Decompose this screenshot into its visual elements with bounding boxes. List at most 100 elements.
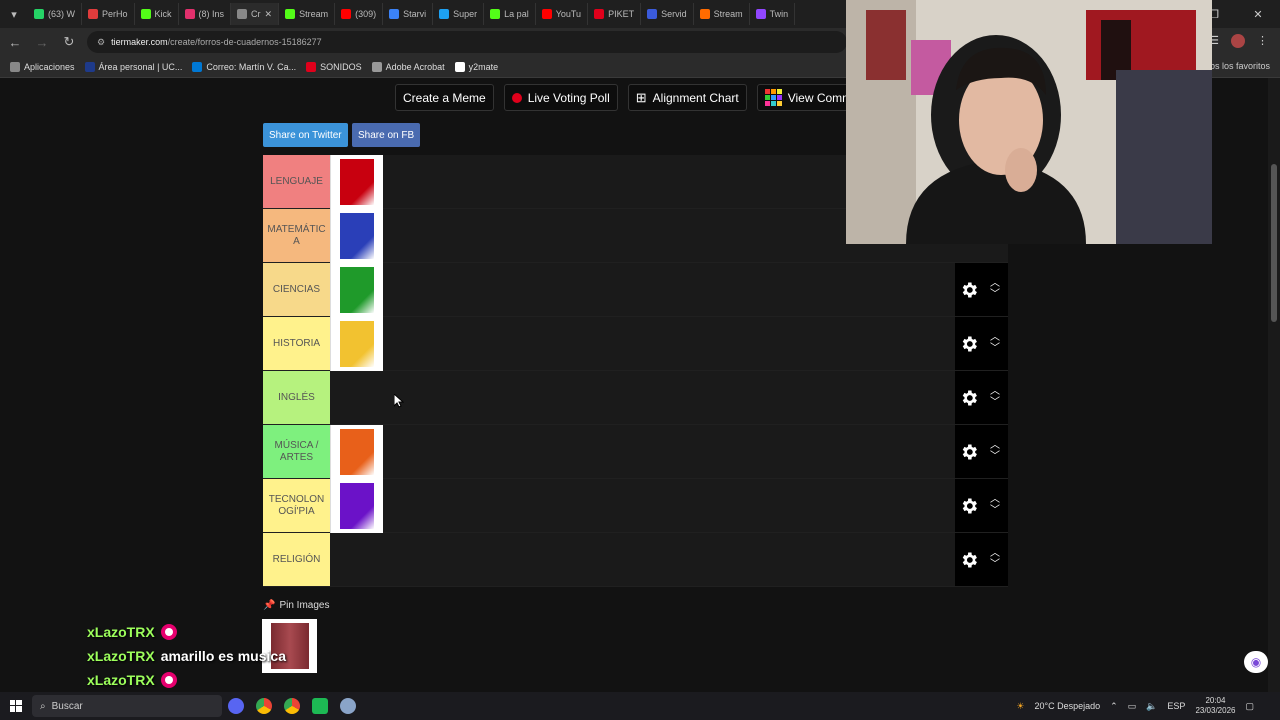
browser-tab[interactable]: (309) xyxy=(335,3,384,25)
scrollbar-thumb[interactable] xyxy=(1271,164,1277,322)
forward-icon[interactable]: → xyxy=(30,30,54,54)
browser-tab[interactable]: (8) Ins xyxy=(179,3,232,25)
taskbar-app-green[interactable] xyxy=(306,692,334,720)
network-icon[interactable]: ▭ xyxy=(1128,701,1137,712)
tier-label[interactable]: TECNOLON OGÍ'PIA xyxy=(263,479,330,532)
tab-favicon-icon xyxy=(490,9,501,19)
gear-icon[interactable] xyxy=(959,496,979,516)
weather-label[interactable]: 20°C Despejado xyxy=(1034,701,1100,711)
bookmark-list: Aplicaciones Área personal | UC... Correo:… xyxy=(0,61,499,72)
browser-tab[interactable]: Super xyxy=(433,3,485,25)
tier-item[interactable] xyxy=(330,424,383,479)
move-up-icon[interactable]: ︿ xyxy=(990,279,1000,289)
close-window-icon[interactable]: ✕ xyxy=(1236,0,1280,28)
browser-tab[interactable]: Kick xyxy=(135,3,179,25)
move-up-icon[interactable]: ︿ xyxy=(990,549,1000,559)
browser-tab[interactable]: YouTu xyxy=(536,3,589,25)
taskbar-app-chrome[interactable] xyxy=(250,692,278,720)
menu-icon[interactable]: ⋮ xyxy=(1257,34,1268,48)
profile-avatar[interactable] xyxy=(1231,34,1245,48)
taskbar-app-chrome-2[interactable] xyxy=(278,692,306,720)
move-up-icon[interactable]: ︿ xyxy=(990,333,1000,343)
pin-images-toggle[interactable]: 📌 Pin Images xyxy=(263,600,329,611)
move-up-icon[interactable]: ︿ xyxy=(990,495,1000,505)
taskbar-app-discord[interactable] xyxy=(222,692,250,720)
taskbar-search[interactable]: ⌕ Buscar xyxy=(32,695,222,717)
tier-label[interactable]: CIENCIAS xyxy=(263,263,330,316)
tier-label[interactable]: RELIGIÓN xyxy=(263,533,330,586)
reload-icon[interactable]: ↻ xyxy=(57,30,81,54)
back-icon[interactable]: ← xyxy=(3,30,27,54)
gear-icon[interactable] xyxy=(959,280,979,300)
browser-tab[interactable]: PIKET xyxy=(588,3,642,25)
tier-label[interactable]: MÚSICA / ARTES xyxy=(263,425,330,478)
browser-tab[interactable]: Twin xyxy=(750,3,796,25)
tier-label[interactable]: MATEMÁTIC A xyxy=(263,209,330,262)
taskbar-app-misc[interactable] xyxy=(334,692,362,720)
tier-label[interactable]: HISTORIA xyxy=(263,317,330,370)
tier-controls: ︿ ﹀ xyxy=(955,533,1008,586)
notebook-cover-swatch xyxy=(340,158,374,205)
tier-item[interactable] xyxy=(330,154,383,209)
close-tab-icon[interactable]: ✕ xyxy=(265,9,273,20)
tier-controls: ︿ ﹀ xyxy=(955,425,1008,478)
tab-label: PerHo xyxy=(102,9,128,19)
chat-username: xLazoTRX xyxy=(87,648,155,664)
move-down-icon[interactable]: ﹀ xyxy=(990,398,1000,408)
alignment-chart-button[interactable]: ⊞ Alignment Chart xyxy=(627,84,747,111)
site-info-icon[interactable]: ⚙ xyxy=(97,37,105,48)
browser-tab[interactable]: Cr ✕ xyxy=(231,3,280,25)
tier-label[interactable]: INGLÉS xyxy=(263,371,330,424)
all-bookmarks-label[interactable]: dos los favoritos xyxy=(1205,61,1270,71)
tier-item[interactable] xyxy=(330,262,383,317)
browser-tab[interactable]: (63) W xyxy=(28,3,82,25)
share-twitter-button[interactable]: Share on Twitter xyxy=(263,123,348,147)
tray-chevron-icon[interactable]: ⌃ xyxy=(1110,701,1118,712)
move-down-icon[interactable]: ﹀ xyxy=(990,344,1000,354)
tier-row: HISTORIA ︿ ﹀ xyxy=(263,316,1008,371)
tab-favicon-icon xyxy=(541,9,552,19)
browser-tab[interactable]: La pal xyxy=(484,3,536,25)
tier-item[interactable] xyxy=(330,208,383,263)
share-fb-button[interactable]: Share on FB xyxy=(352,123,421,147)
tier-label[interactable]: LENGUAJE xyxy=(263,155,330,208)
browser-tab[interactable]: Stream xyxy=(694,3,750,25)
bookmark-item[interactable]: Área personal | UC... xyxy=(84,61,182,72)
gear-icon[interactable] xyxy=(959,334,979,354)
move-down-icon[interactable]: ﹀ xyxy=(990,506,1000,516)
bookmark-item[interactable]: y2mate xyxy=(454,61,499,72)
gear-icon[interactable] xyxy=(959,550,979,570)
move-up-icon[interactable]: ︿ xyxy=(990,387,1000,397)
tab-label: Servid xyxy=(661,9,687,19)
floating-extension-button[interactable]: ◉ xyxy=(1244,651,1268,673)
tier-item[interactable] xyxy=(330,316,383,371)
move-up-icon[interactable]: ︿ xyxy=(990,441,1000,451)
gear-icon[interactable] xyxy=(959,388,979,408)
url-field[interactable]: ⚙ tiermaker.com/create/forros-de-cuadern… xyxy=(87,31,847,53)
gear-icon[interactable] xyxy=(959,442,979,462)
browser-tab[interactable]: Servid xyxy=(641,3,694,25)
bookmark-label: y2mate xyxy=(468,61,499,72)
bookmark-label: Adobe Acrobat xyxy=(385,61,445,72)
clock[interactable]: 20:04 23/03/2026 xyxy=(1195,696,1235,716)
move-down-icon[interactable]: ﹀ xyxy=(990,290,1000,300)
move-down-icon[interactable]: ﹀ xyxy=(990,452,1000,462)
bookmark-item[interactable]: Aplicaciones xyxy=(10,61,75,72)
browser-tab[interactable]: Stream xyxy=(279,3,336,25)
browser-tab[interactable]: PerHo xyxy=(82,3,135,25)
bookmark-item[interactable]: Correo: Martín V. Ca... xyxy=(192,61,296,72)
windows-start-icon[interactable] xyxy=(0,692,32,720)
notifications-icon[interactable]: ▢ xyxy=(1245,701,1254,712)
tab-search-icon[interactable]: ▾ xyxy=(0,0,28,28)
bookmark-item[interactable]: Adobe Acrobat xyxy=(371,61,445,72)
bookmark-item[interactable]: SONIDOS xyxy=(306,61,362,72)
language-label[interactable]: ESP xyxy=(1167,701,1185,711)
tier-item[interactable] xyxy=(330,478,383,533)
page-scrollbar[interactable] xyxy=(1268,78,1280,692)
move-down-icon[interactable]: ﹀ xyxy=(990,560,1000,570)
live-voting-poll-button[interactable]: Live Voting Poll xyxy=(503,84,618,111)
browser-tab[interactable]: Starvi xyxy=(383,3,434,25)
create-meme-button[interactable]: Create a Meme xyxy=(395,84,494,111)
volume-icon[interactable]: 🔈 xyxy=(1146,701,1157,712)
weather-icon: ☀ xyxy=(1016,700,1025,711)
